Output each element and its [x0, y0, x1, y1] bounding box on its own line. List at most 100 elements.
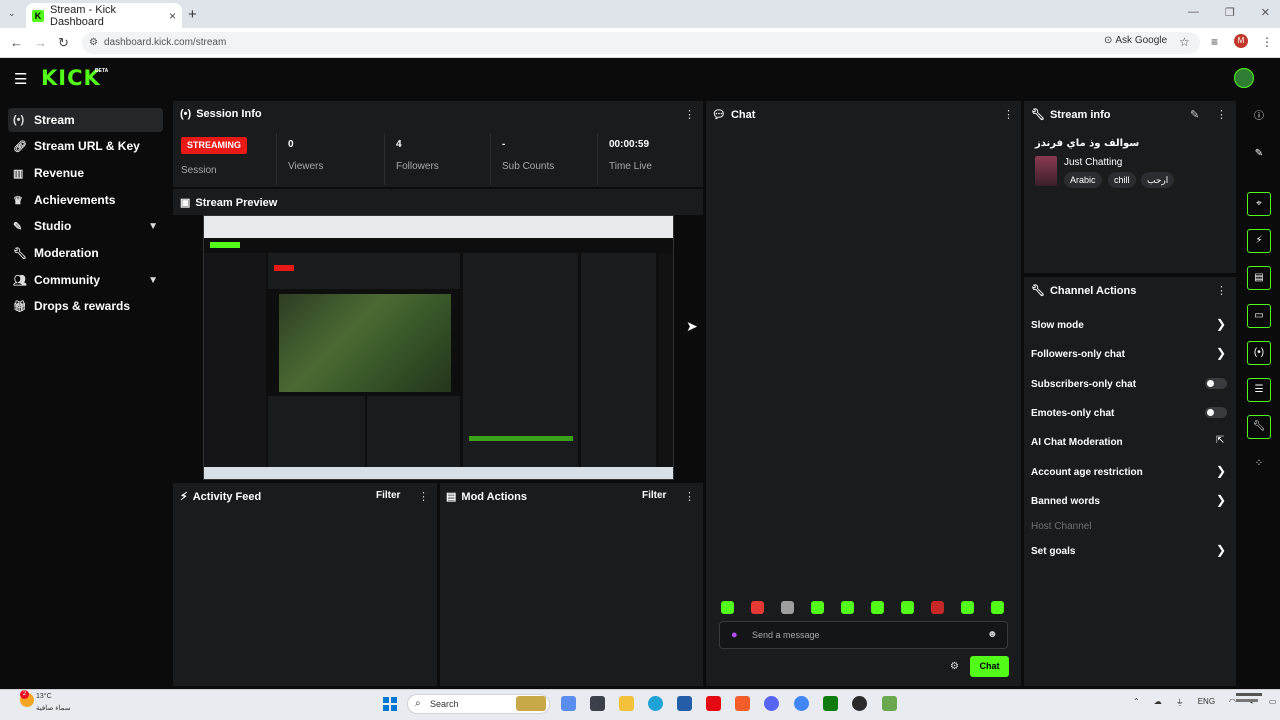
- chrome-icon[interactable]: [794, 696, 809, 711]
- chat-send-button[interactable]: Chat: [970, 656, 1009, 677]
- emote-icon[interactable]: [901, 601, 914, 614]
- emotes-only-toggle[interactable]: [1205, 407, 1227, 418]
- chevron-right-icon[interactable]: ❯: [1216, 493, 1226, 507]
- scan-icon[interactable]: ⌖: [1247, 192, 1271, 216]
- minimize-icon[interactable]: —: [1188, 6, 1199, 19]
- sidebar-item-drops-rewards[interactable]: 🎁︎ Drops & rewards: [8, 294, 163, 318]
- discord-icon[interactable]: [764, 696, 779, 711]
- add-widget-icon[interactable]: ⁘: [1247, 453, 1271, 477]
- emote-icon[interactable]: [991, 601, 1004, 614]
- new-tab-button[interactable]: +: [188, 6, 197, 23]
- wifi-icon[interactable]: ◠: [1229, 697, 1236, 708]
- chat-menu-icon[interactable]: ⋮: [1003, 108, 1014, 121]
- browser-menu-icon[interactable]: ⋮: [1261, 35, 1273, 49]
- action-account-age-restriction[interactable]: Account age restriction: [1031, 467, 1143, 478]
- subscribers-only-toggle[interactable]: [1205, 378, 1227, 389]
- emote-icon[interactable]: [931, 601, 944, 614]
- store-icon[interactable]: [677, 696, 692, 711]
- cloud-icon[interactable]: ☁: [1154, 697, 1162, 708]
- taskbar-clock[interactable]: [1236, 693, 1262, 702]
- chevron-right-icon[interactable]: ❯: [1216, 464, 1226, 478]
- weather-temperature[interactable]: 13°C: [36, 693, 52, 700]
- edge-icon[interactable]: [648, 696, 663, 711]
- emote-icon[interactable]: [871, 601, 884, 614]
- activity-menu-icon[interactable]: ⋮: [418, 490, 429, 503]
- emote-icon[interactable]: [811, 601, 824, 614]
- chevron-right-icon[interactable]: ❯: [1216, 346, 1226, 360]
- emote-icon[interactable]: [721, 601, 734, 614]
- action-set-goals[interactable]: Set goals: [1031, 546, 1075, 557]
- action-slow-mode[interactable]: Slow mode: [1031, 320, 1084, 331]
- search-highlight-image[interactable]: [516, 696, 546, 711]
- close-tab-icon[interactable]: ×: [169, 9, 176, 23]
- edit-icon[interactable]: ✎: [1247, 143, 1271, 167]
- session-menu-icon[interactable]: ⋮: [684, 108, 695, 121]
- battery-icon[interactable]: ▭: [1269, 697, 1277, 708]
- stream-info-menu-icon[interactable]: ⋮: [1216, 108, 1227, 121]
- chevron-right-icon[interactable]: ❯: [1216, 543, 1226, 557]
- edit-pencil-icon[interactable]: ✎: [1190, 108, 1199, 121]
- minecraft-icon[interactable]: [882, 696, 897, 711]
- stream-preview-video[interactable]: [203, 215, 674, 480]
- usb-icon[interactable]: ⏚: [1176, 697, 1184, 708]
- brave-icon[interactable]: [735, 696, 750, 711]
- bookmark-star-icon[interactable]: ☆: [1179, 35, 1190, 49]
- file-explorer-icon[interactable]: [619, 696, 634, 711]
- mod-filter-button[interactable]: Filter: [642, 490, 666, 501]
- close-window-icon[interactable]: ✕: [1261, 6, 1270, 19]
- chat-settings-icon[interactable]: ⚙: [950, 661, 959, 672]
- obs-icon[interactable]: [852, 696, 867, 711]
- mod-menu-icon[interactable]: ⋮: [684, 490, 695, 503]
- divider: [276, 133, 277, 185]
- action-ai-chat-moderation[interactable]: AI Chat Moderation: [1031, 437, 1123, 448]
- emote-icon[interactable]: [751, 601, 764, 614]
- copilot-icon[interactable]: [561, 696, 576, 711]
- kick-logo[interactable]: KICK: [41, 66, 101, 90]
- wrench-icon[interactable]: 🔧︎: [1247, 415, 1271, 439]
- sidebar-item-revenue[interactable]: ▥ Revenue: [8, 161, 163, 185]
- chevron-up-icon[interactable]: ⌃: [1133, 697, 1140, 708]
- windows-start-icon[interactable]: [383, 697, 397, 711]
- app-icon[interactable]: [590, 696, 605, 711]
- emoji-picker-icon[interactable]: ☻: [987, 629, 998, 640]
- url-field[interactable]: ⚙ dashboard.kick.com/stream: [82, 32, 1200, 54]
- sidebar-item-community[interactable]: 👥︎ Community ▼: [8, 268, 163, 292]
- document-icon[interactable]: ▤: [1247, 266, 1271, 290]
- info-icon[interactable]: ⓘ: [1247, 106, 1271, 130]
- maximize-icon[interactable]: ❐: [1225, 6, 1235, 19]
- forward-icon[interactable]: →: [34, 35, 47, 50]
- external-link-icon[interactable]: ⇱: [1216, 435, 1224, 446]
- reading-list-icon[interactable]: ≡: [1211, 35, 1218, 49]
- sidebar-item-moderation[interactable]: 🔧︎ Moderation: [8, 241, 163, 265]
- microphone-icon[interactable]: ●: [731, 629, 738, 641]
- site-settings-icon[interactable]: ⚙: [89, 32, 98, 54]
- activity-filter-button[interactable]: Filter: [376, 490, 400, 501]
- sidebar-item-achievements[interactable]: ♛ Achievements: [8, 188, 163, 212]
- ask-google-button[interactable]: ⊙ Ask Google: [1104, 35, 1167, 46]
- channel-actions-menu-icon[interactable]: ⋮: [1216, 284, 1227, 297]
- reload-icon[interactable]: ↻: [58, 35, 69, 51]
- chevron-right-icon[interactable]: ❯: [1216, 317, 1226, 331]
- layout-icon[interactable]: ☰: [1247, 378, 1271, 402]
- tab-list-icon[interactable]: ⌄: [8, 8, 16, 19]
- emote-icon[interactable]: [961, 601, 974, 614]
- sidebar-item-studio[interactable]: ✎ Studio ▼: [8, 214, 163, 238]
- emote-icon[interactable]: [781, 601, 794, 614]
- chat-bubble-icon[interactable]: ▭: [1247, 304, 1271, 328]
- action-banned-words[interactable]: Banned words: [1031, 496, 1100, 507]
- chat-message-input[interactable]: [752, 628, 972, 642]
- browser-tab[interactable]: K Stream - Kick Dashboard ×: [26, 3, 182, 28]
- user-avatar[interactable]: [1234, 68, 1254, 88]
- profile-avatar[interactable]: M: [1234, 34, 1248, 48]
- xbox-icon[interactable]: [823, 696, 838, 711]
- lightning-icon[interactable]: ⚡︎: [1247, 229, 1271, 253]
- netflix-icon[interactable]: [706, 696, 721, 711]
- action-followers-only-chat[interactable]: Followers-only chat: [1031, 349, 1125, 360]
- back-icon[interactable]: ←: [10, 35, 23, 50]
- emote-icon[interactable]: [841, 601, 854, 614]
- hamburger-menu-icon[interactable]: ☰: [14, 70, 27, 88]
- broadcast-icon[interactable]: (•): [1247, 341, 1271, 365]
- sidebar-item-stream[interactable]: (•) Stream: [8, 108, 163, 132]
- language-indicator[interactable]: ENG: [1198, 697, 1215, 708]
- sidebar-item-stream-url-key[interactable]: 🔗︎ Stream URL & Key: [8, 134, 163, 158]
